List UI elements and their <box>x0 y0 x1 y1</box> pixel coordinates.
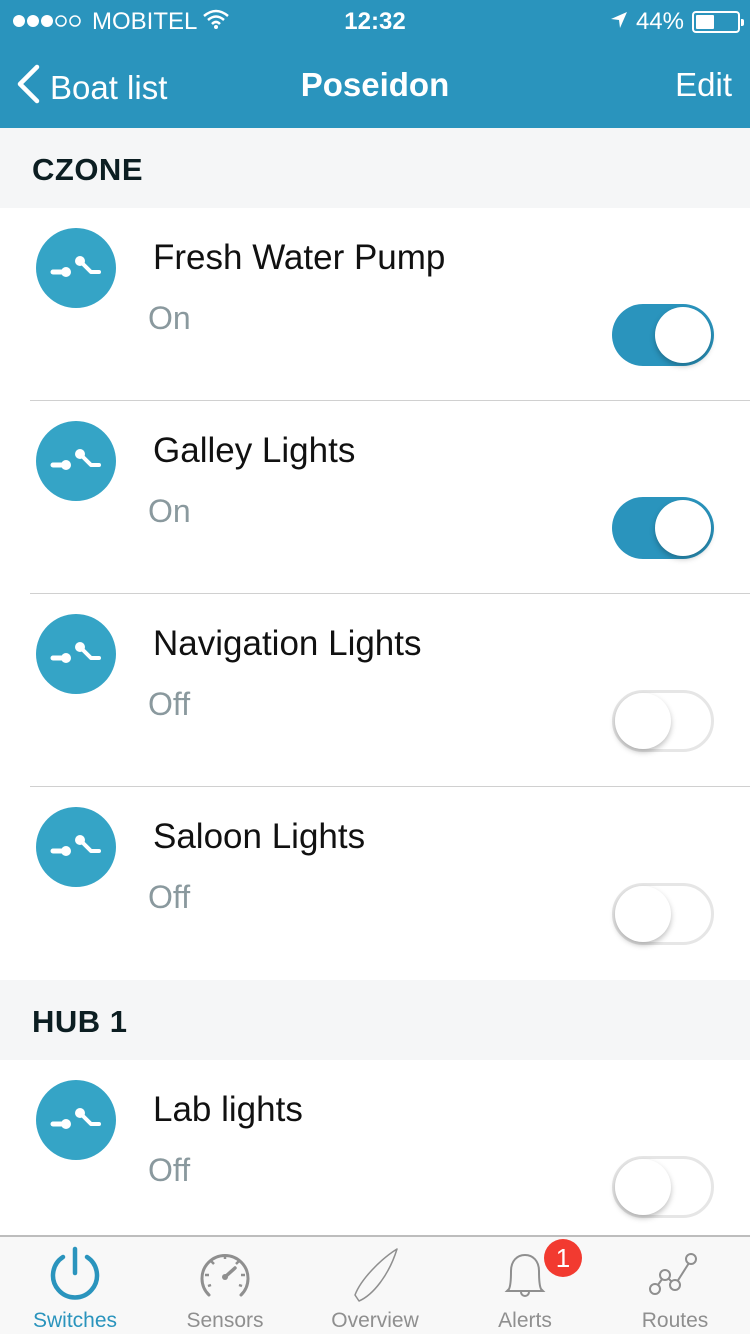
switch-toggle[interactable] <box>612 1156 714 1218</box>
battery-icon <box>692 11 744 33</box>
switch-row: Saloon Lights Off <box>0 787 750 980</box>
section-title: HUB 1 <box>32 1004 128 1039</box>
switch-name: Fresh Water Pump <box>153 238 446 277</box>
switch-state: Off <box>148 879 191 915</box>
switch-row: Galley Lights On <box>0 401 750 594</box>
switch-row: Fresh Water Pump On <box>0 208 750 401</box>
toggle-knob <box>615 693 671 749</box>
switch-state: On <box>148 493 191 529</box>
header: MOBITEL 12:32 44% Boat list Poseidon Edi… <box>0 0 750 128</box>
tab-routes[interactable]: Routes <box>600 1237 750 1336</box>
power-icon <box>50 1246 100 1300</box>
tab-overview[interactable]: Overview <box>300 1237 450 1336</box>
battery-tip <box>741 19 744 26</box>
tab-sensors[interactable]: Sensors <box>150 1237 300 1336</box>
switch-icon <box>36 807 116 887</box>
tab-label: Sensors <box>186 1309 264 1332</box>
section-header: HUB 1 <box>0 980 750 1060</box>
boat-icon <box>354 1248 398 1302</box>
switch-icon <box>36 228 116 308</box>
toggle-knob <box>655 500 711 556</box>
section-header: CZONE <box>0 128 750 208</box>
tab-label: Switches <box>32 1309 118 1332</box>
switch-toggle[interactable] <box>612 497 714 559</box>
route-icon <box>649 1253 697 1295</box>
switch-icon <box>36 1080 116 1160</box>
tab-label: Alerts <box>498 1309 552 1332</box>
switch-state: On <box>148 300 191 336</box>
toggle-knob <box>615 886 671 942</box>
switch-state: Off <box>148 686 191 722</box>
switch-state: Off <box>148 1152 191 1188</box>
switch-name: Galley Lights <box>153 431 356 470</box>
switch-name: Saloon Lights <box>153 817 366 856</box>
switch-toggle[interactable] <box>612 883 714 945</box>
switch-name: Navigation Lights <box>153 624 422 663</box>
tab-label: Overview <box>331 1309 419 1332</box>
location-arrow-icon <box>610 8 628 36</box>
tab-label: Routes <box>641 1309 709 1332</box>
section-title: CZONE <box>32 152 143 187</box>
battery-percent: 44% <box>635 8 684 35</box>
edit-button[interactable]: Edit <box>675 66 732 104</box>
alerts-badge: 1 <box>544 1239 582 1277</box>
tab-bar: Switches Sensors Overview Alerts Routes <box>0 1235 750 1334</box>
tab-switches[interactable]: Switches <box>0 1237 150 1336</box>
battery-fill <box>696 15 714 29</box>
switch-toggle[interactable] <box>612 304 714 366</box>
toggle-knob <box>615 1159 671 1215</box>
gauge-icon <box>200 1253 250 1297</box>
status-bar: MOBITEL 12:32 44% <box>0 0 750 40</box>
page-title: Poseidon <box>300 66 450 103</box>
switch-toggle[interactable] <box>612 690 714 752</box>
switch-icon <box>36 614 116 694</box>
switch-icon <box>36 421 116 501</box>
switch-name: Lab lights <box>153 1090 303 1129</box>
switch-row: Navigation Lights Off <box>0 594 750 787</box>
toggle-knob <box>655 307 711 363</box>
switch-row: Lab lights Off <box>0 1060 750 1253</box>
navigation-bar: Boat list Poseidon Edit <box>0 40 750 128</box>
